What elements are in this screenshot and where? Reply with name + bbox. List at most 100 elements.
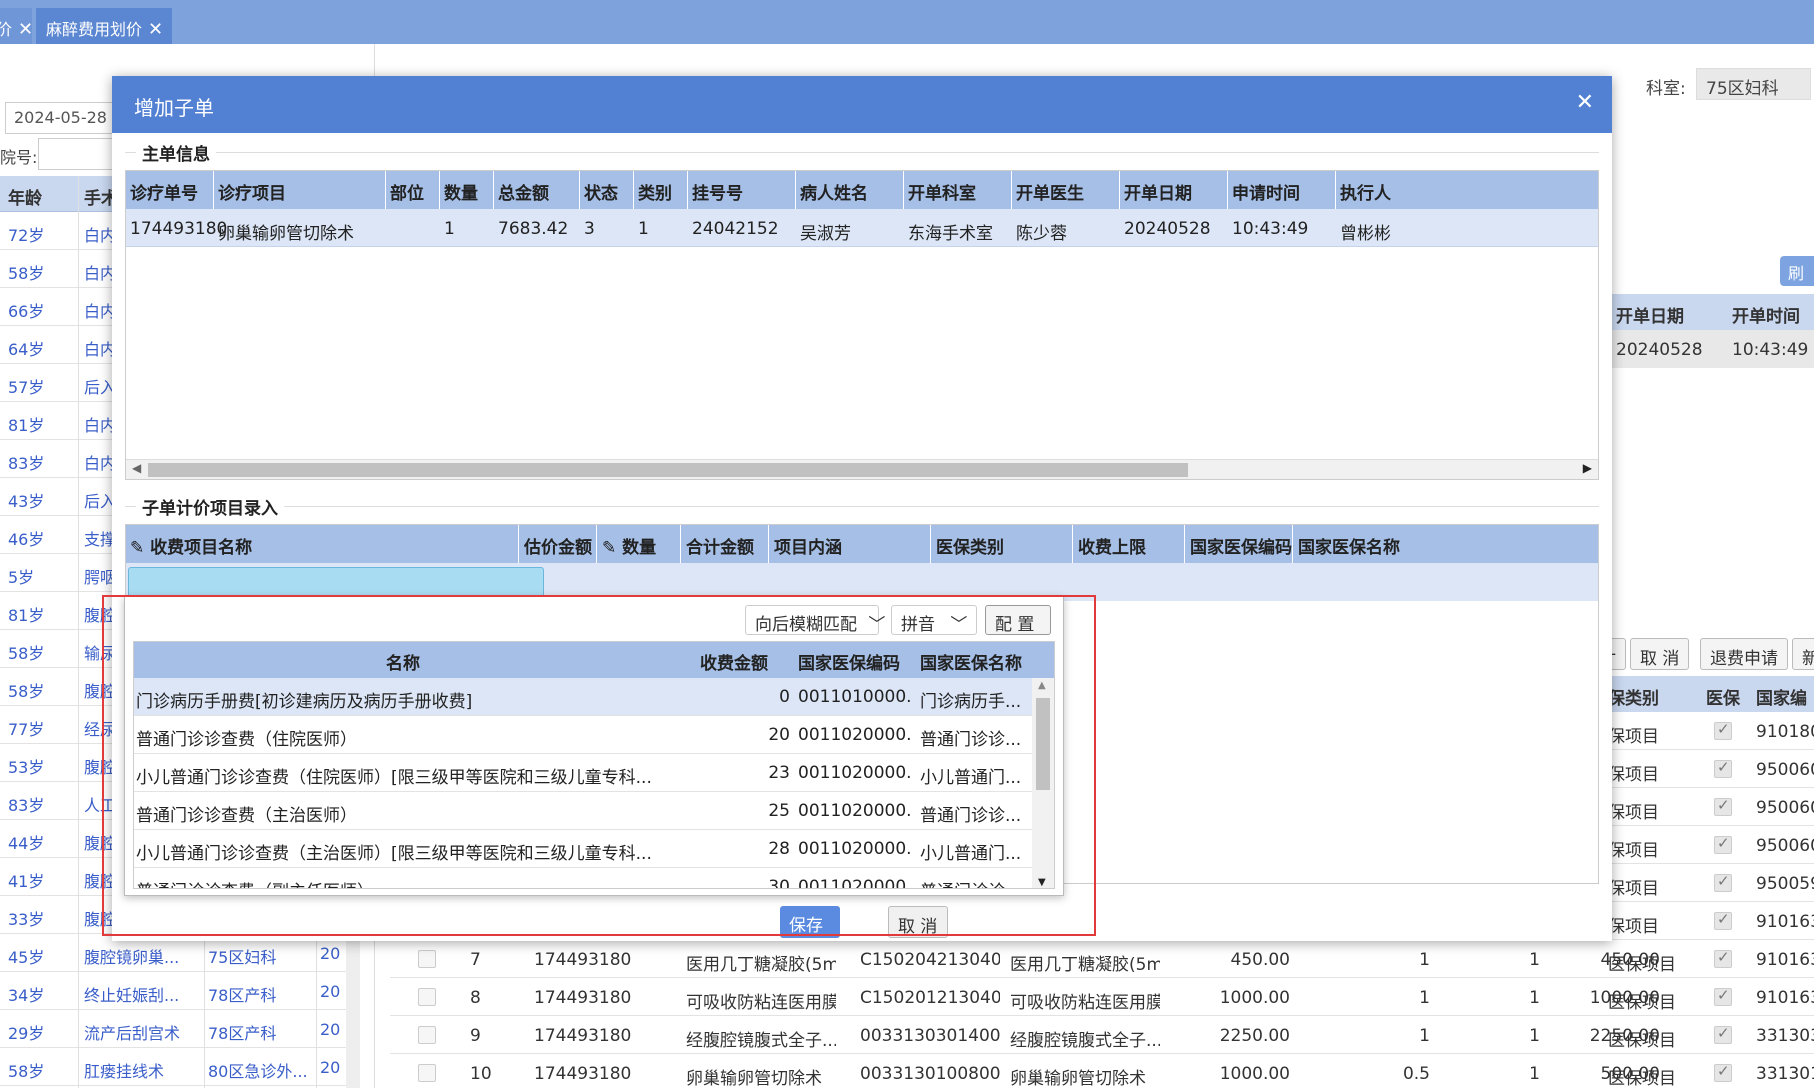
- main-col-header[interactable]: 执行人: [1340, 179, 1391, 204]
- cell-operation: 流产后刮宫术: [84, 1024, 181, 1043]
- main-cell: 174493180: [130, 219, 228, 239]
- close-icon[interactable]: ✕: [148, 19, 163, 40]
- cell-item-code: 0011020000...: [798, 725, 912, 745]
- sub-col-header[interactable]: 国家医保编码: [1190, 533, 1292, 558]
- table-row[interactable]: 保项目 910163: [1600, 902, 1814, 940]
- main-cell: 东海手术室: [908, 224, 993, 244]
- insurance-checkbox[interactable]: [1714, 988, 1732, 1006]
- table-row[interactable]: 58岁 肛瘘挂线术 80区急诊外... 20: [0, 1048, 360, 1086]
- main-col-header[interactable]: 数量: [444, 179, 478, 204]
- insurance-checkbox[interactable]: [1714, 912, 1732, 930]
- scroll-thumb[interactable]: [148, 463, 1188, 477]
- cancel-order-button[interactable]: 取 消: [1630, 638, 1690, 670]
- sub-col-header[interactable]: ✎ 收费项目名称: [130, 533, 252, 558]
- scroll-left-icon[interactable]: ◀: [132, 461, 141, 475]
- cell-no: 10: [470, 1064, 492, 1084]
- hao-input[interactable]: [38, 138, 118, 170]
- sub-col-header[interactable]: 国家医保名称: [1298, 533, 1400, 558]
- main-col-header[interactable]: 开单科室: [908, 179, 976, 204]
- tab-previous[interactable]: 价 ✕: [0, 8, 33, 44]
- insurance-checkbox[interactable]: [1714, 1064, 1732, 1082]
- sub-col-header[interactable]: 医保类别: [936, 533, 1004, 558]
- charge-item-name-input[interactable]: [128, 567, 544, 599]
- dropdown-scrollbar[interactable]: ▲ ▼: [1032, 678, 1054, 888]
- list-item[interactable]: 普通门诊诊查费（主治医师） 25 0011020000... 普通门诊诊...: [134, 792, 1054, 830]
- main-grid-row[interactable]: 174493180 卵巢输卵管切除术 1 7683.42 3 1 24042152 吴淑芳 东海…: [126, 209, 1598, 247]
- insurance-checkbox[interactable]: [1714, 874, 1732, 892]
- main-col-header[interactable]: 开单医生: [1016, 179, 1084, 204]
- insurance-checkbox[interactable]: [1714, 836, 1732, 854]
- cell-age: 83岁: [8, 454, 45, 473]
- table-row[interactable]: 29岁 流产后刮宫术 78区产科 20: [0, 1010, 360, 1048]
- main-col-header[interactable]: 类别: [638, 179, 672, 204]
- list-item[interactable]: 小儿普通门诊诊查费（主治医师）[限三级甲等医院和三级儿童专科... 28 00110…: [134, 830, 1054, 868]
- col-national-name: 国家医保名称: [920, 654, 1022, 674]
- main-col-header[interactable]: 总金额: [498, 179, 549, 204]
- cell-qty2: 1: [1529, 1026, 1540, 1046]
- row-checkbox[interactable]: [418, 988, 436, 1006]
- scroll-down-icon[interactable]: ▼: [1038, 877, 1046, 888]
- insurance-checkbox[interactable]: [1714, 798, 1732, 816]
- match-mode-select[interactable]: 向后模糊匹配 ﹀: [745, 605, 885, 635]
- main-col-header[interactable]: 诊疗单号: [130, 179, 198, 204]
- main-col-header[interactable]: 诊疗项目: [218, 179, 286, 204]
- cell-date: 20240528: [1616, 340, 1703, 360]
- keshi-select[interactable]: 75区妇科: [1696, 68, 1811, 100]
- new-button[interactable]: 新: [1792, 638, 1814, 670]
- main-col-header[interactable]: 病人姓名: [800, 179, 868, 204]
- horizontal-scrollbar[interactable]: ◀ ▶: [126, 459, 1598, 479]
- sub-col-header[interactable]: 估价金额: [524, 533, 592, 558]
- table-row[interactable]: 9 174493180 经腹腔镜腹式全子... 0033130301400... 经腹腔…: [390, 1016, 1814, 1054]
- list-item[interactable]: 门诊病历手册费[初诊建病历及病历手册收费] 0 0011010000... 门诊病历手…: [134, 678, 1054, 716]
- tab-anesthesia-pricing[interactable]: 麻醉费用划价 ✕: [36, 8, 172, 44]
- table-row[interactable]: 10 174493180 卵巢输卵管切除术 0033130100800... 卵巢输卵管…: [390, 1054, 1814, 1088]
- close-icon[interactable]: ✕: [1576, 90, 1594, 115]
- date-input[interactable]: 2024-05-28: [5, 102, 115, 134]
- row-checkbox[interactable]: [418, 1064, 436, 1082]
- edit-icon: ✎: [130, 538, 151, 558]
- insurance-checkbox[interactable]: [1714, 722, 1732, 740]
- main-col-header[interactable]: 部位: [390, 179, 424, 204]
- cell-dept: 78区产科: [208, 986, 277, 1005]
- cell-qty1: 1: [1419, 1026, 1430, 1046]
- table-row[interactable]: 8 174493180 可吸收防粘连医用膜 C150201213040... 可吸收防粘…: [390, 978, 1814, 1016]
- right-top-header: 开单日期 开单时间: [1608, 294, 1814, 330]
- input-mode-select[interactable]: 拼音 ﹀: [891, 605, 977, 635]
- main-col-header[interactable]: 状态: [584, 179, 618, 204]
- save-button[interactable]: 保存: [780, 906, 840, 938]
- insurance-checkbox[interactable]: [1714, 950, 1732, 968]
- cell-no: 9: [470, 1026, 481, 1046]
- row-checkbox[interactable]: [418, 1026, 436, 1044]
- right-top-row[interactable]: 20240528 10:43:49: [1608, 330, 1814, 368]
- table-row[interactable]: 保项目 950060: [1600, 826, 1814, 864]
- insurance-checkbox[interactable]: [1714, 760, 1732, 778]
- table-row[interactable]: 保项目 950060: [1600, 788, 1814, 826]
- close-icon[interactable]: ✕: [18, 19, 33, 40]
- cancel-button[interactable]: 取 消: [888, 906, 948, 938]
- row-checkbox[interactable]: [418, 950, 436, 968]
- list-item[interactable]: 小儿普通门诊诊查费（住院医师）[限三级甲等医院和三级儿童专科... 23 00110…: [134, 754, 1054, 792]
- table-row[interactable]: 7 174493180 医用几丁糖凝胶(5ml) C150204213040... 医用…: [390, 940, 1814, 978]
- refund-request-button[interactable]: 退费申请: [1700, 638, 1788, 670]
- scroll-right-icon[interactable]: ▶: [1583, 461, 1592, 475]
- sub-col-header[interactable]: 收费上限: [1078, 533, 1146, 558]
- main-col-header[interactable]: 挂号号: [692, 179, 743, 204]
- scroll-thumb[interactable]: [1036, 698, 1050, 790]
- table-row[interactable]: 34岁 终止妊娠刮... 78区产科 20: [0, 972, 360, 1010]
- refresh-button[interactable]: 刷: [1780, 256, 1814, 286]
- table-row[interactable]: 保项目 950059: [1600, 864, 1814, 902]
- main-col-header[interactable]: 申请时间: [1232, 179, 1300, 204]
- sub-col-header[interactable]: ✎ 数量: [602, 533, 656, 558]
- list-item[interactable]: 普通门诊诊查费（住院医师） 20 0011020000... 普通门诊诊...: [134, 716, 1054, 754]
- sub-col-header[interactable]: 合计金额: [686, 533, 754, 558]
- insurance-checkbox[interactable]: [1714, 1026, 1732, 1044]
- sub-col-header[interactable]: 项目内涵: [774, 533, 842, 558]
- col-age[interactable]: 年龄: [8, 184, 42, 209]
- scroll-up-icon[interactable]: ▲: [1038, 680, 1046, 691]
- main-col-header[interactable]: 开单日期: [1124, 179, 1192, 204]
- sub-entry-title: 子单计价项目录入: [136, 494, 284, 519]
- table-row[interactable]: 保项目 910180: [1600, 712, 1814, 750]
- config-button[interactable]: 配 置: [985, 605, 1051, 635]
- list-item[interactable]: 普通门诊诊查费（副主任医师） 30 0011020000... 普通门诊诊...: [134, 868, 1054, 888]
- table-row[interactable]: 保项目 950060: [1600, 750, 1814, 788]
